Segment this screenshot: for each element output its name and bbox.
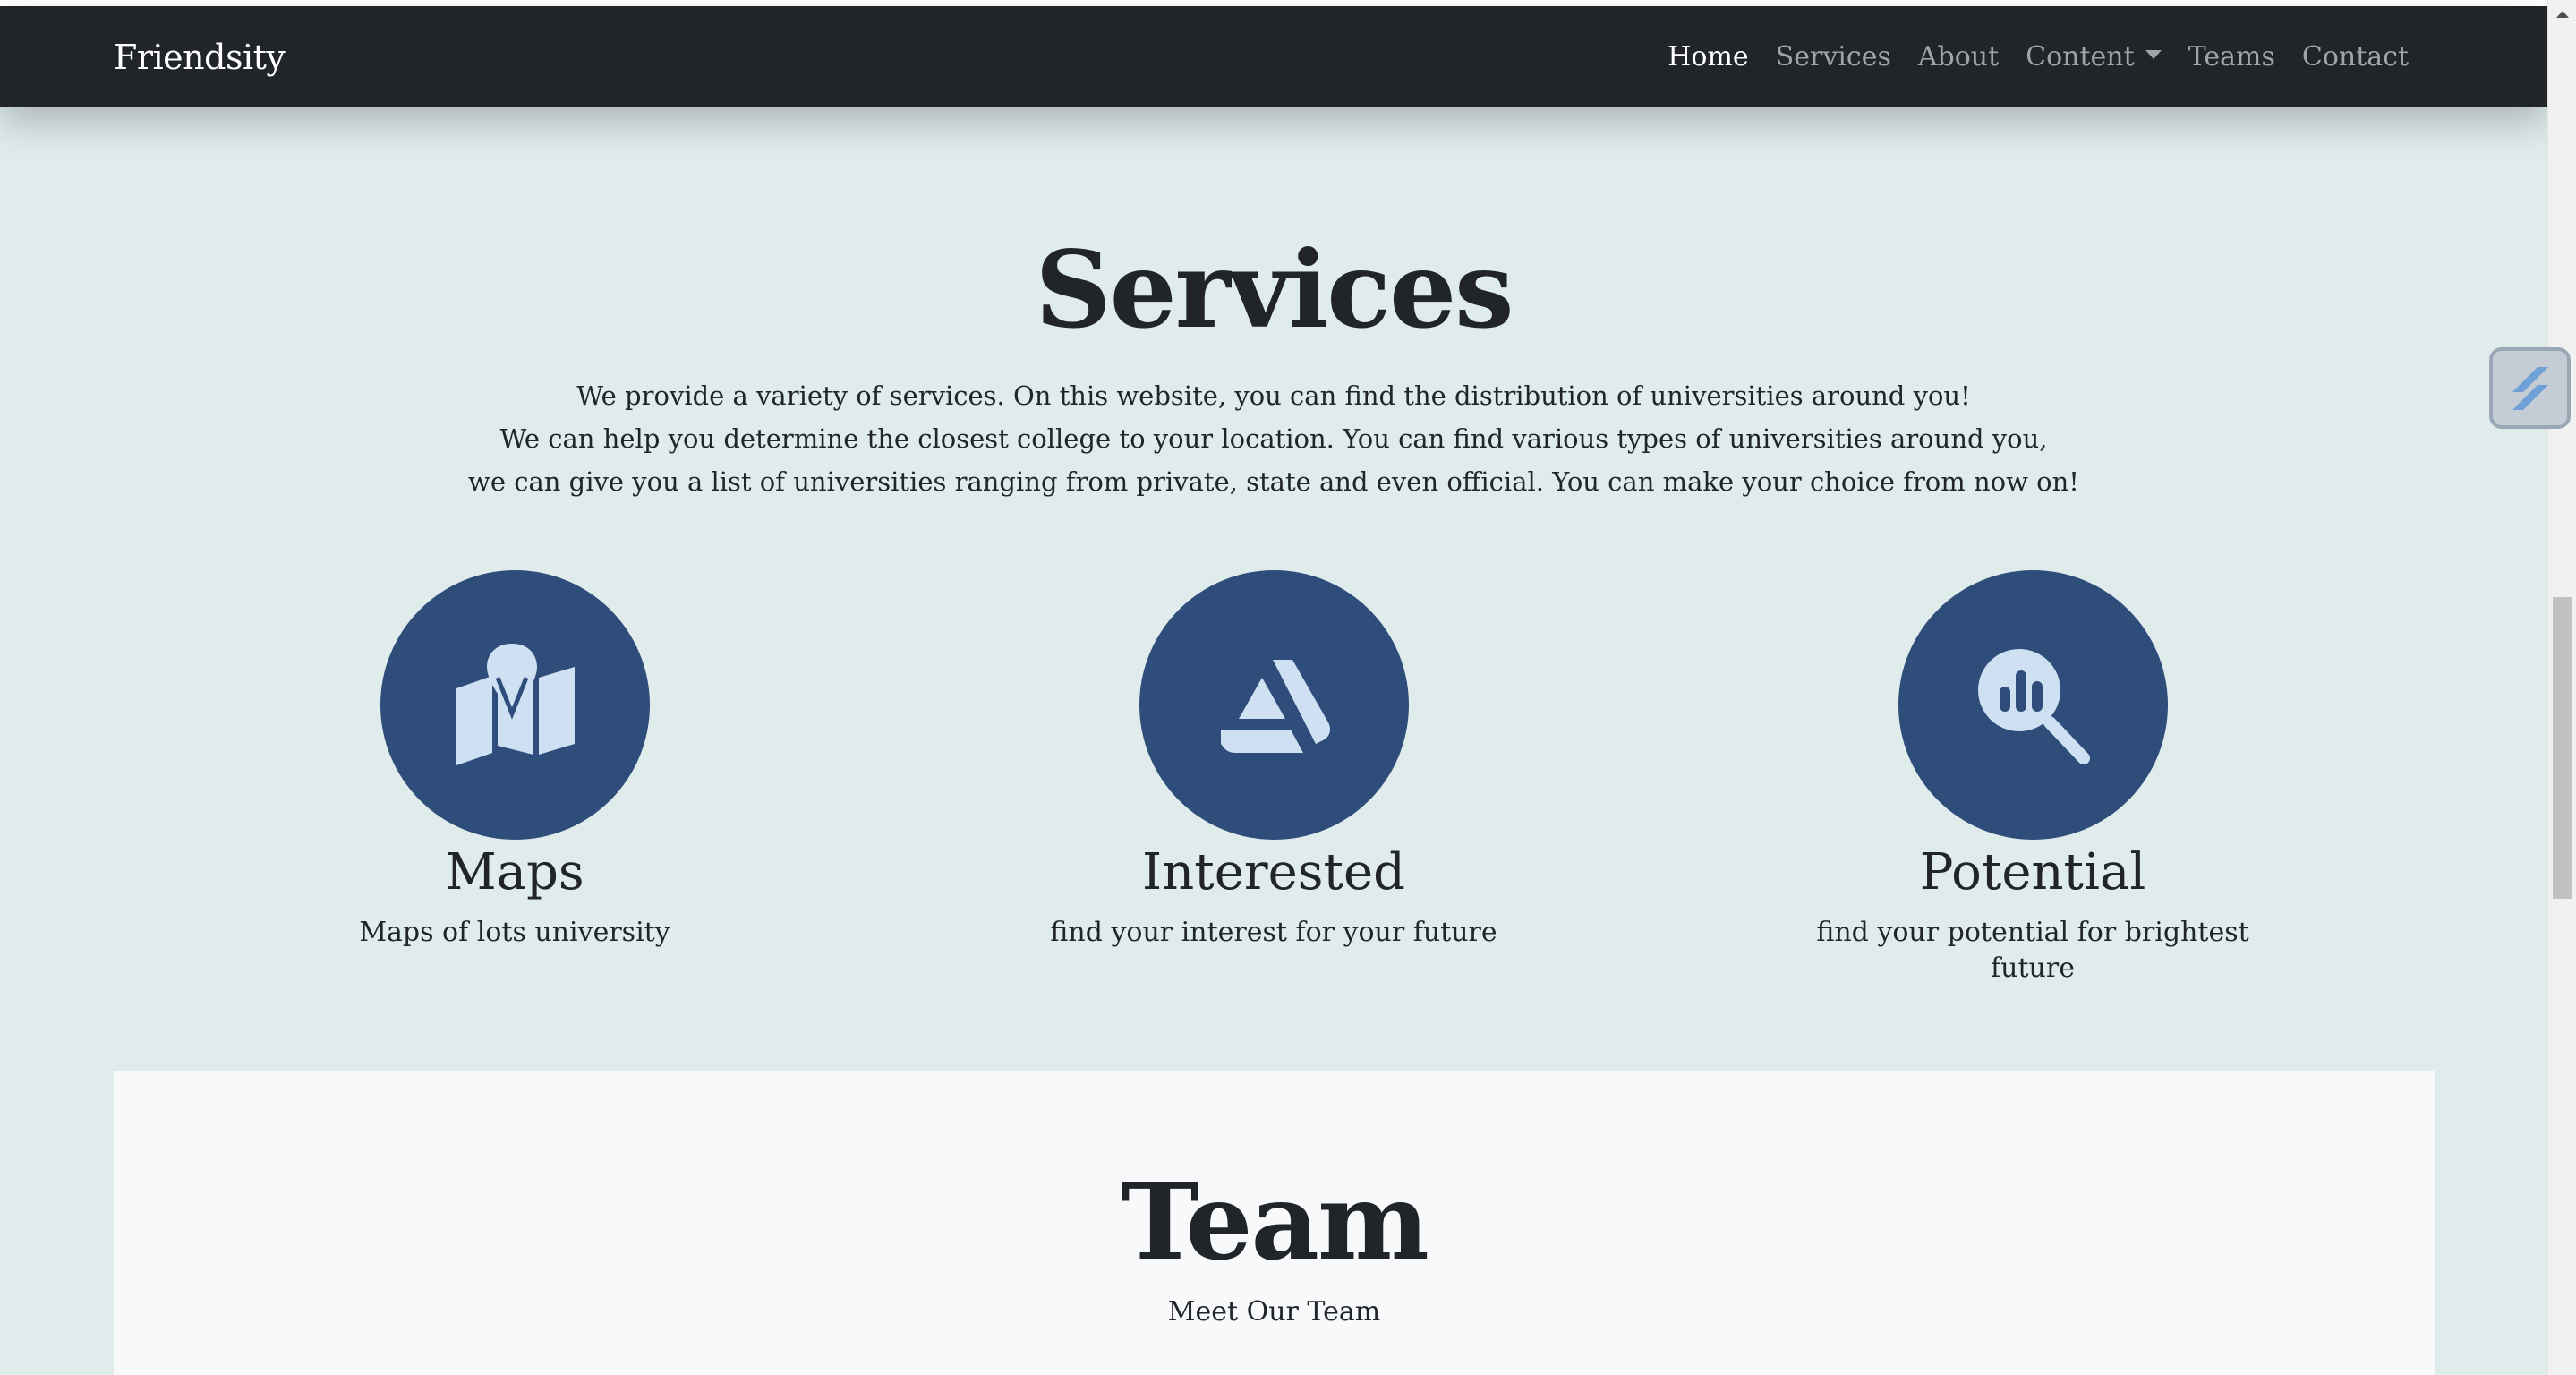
search-chart-icon-circle: [1898, 570, 2168, 840]
top-strip: [0, 0, 2547, 6]
artstation-icon-circle: [1139, 570, 1409, 840]
card-text-interested: find your interest for your future: [1050, 917, 1497, 948]
nav-teams[interactable]: Teams: [2175, 6, 2289, 107]
scrollbar-thumb[interactable]: [2553, 597, 2572, 899]
card-text-potential: find your potential for brightest future: [1816, 917, 2249, 984]
service-card-maps: Maps Maps of lots university: [264, 570, 765, 951]
card-text-maps: Maps of lots university: [359, 917, 670, 948]
nav-about[interactable]: About: [1905, 6, 2012, 107]
nav-content-dropdown[interactable]: Content: [2012, 6, 2175, 107]
page-scrollbar[interactable]: [2547, 0, 2576, 1375]
artstation-icon: [1221, 659, 1330, 753]
card-title-interested: Interested: [1142, 843, 1405, 901]
team-title: Team: [1121, 1159, 1429, 1284]
navbar: Friendsity Home Services About Content T…: [0, 6, 2547, 107]
service-card-potential: Potential find your potential for bright…: [1782, 570, 2283, 986]
page: Friendsity Home Services About Content T…: [0, 0, 2547, 1375]
scroll-up-arrow-icon[interactable]: [2548, 0, 2576, 29]
nav-contact[interactable]: Contact: [2289, 6, 2422, 107]
extension-widget-button[interactable]: [2489, 347, 2571, 429]
map-icon-circle: [380, 570, 650, 840]
services-description: We provide a variety of services. On thi…: [0, 374, 2547, 503]
service-cards: Maps Maps of lots university Interested …: [0, 570, 2547, 984]
nav-home[interactable]: Home: [1654, 6, 1761, 107]
card-title-maps: Maps: [445, 843, 584, 901]
search-chart-icon: [1978, 648, 2090, 764]
team-section: Team Meet Our Team: [114, 1071, 2435, 1375]
extension-logo-icon: [2512, 366, 2548, 410]
services-description-line-2: We can help you determine the closest co…: [499, 423, 2048, 454]
brand-link[interactable]: Friendsity: [114, 6, 286, 107]
card-title-potential: Potential: [1919, 843, 2146, 901]
nav-links: Home Services About Content Teams Contac…: [1654, 6, 2422, 107]
nav-content-label: Content: [2026, 41, 2135, 73]
service-card-interested: Interested find your interest for your f…: [1023, 570, 1524, 951]
nav-services[interactable]: Services: [1762, 6, 1905, 107]
team-subtitle: Meet Our Team: [1167, 1296, 1381, 1328]
services-description-line-1: We provide a variety of services. On thi…: [576, 380, 1971, 411]
services-description-line-3: we can give you a list of universities r…: [468, 466, 2079, 497]
caret-down-icon: [2145, 49, 2162, 59]
map-icon: [456, 643, 575, 765]
services-title: Services: [1035, 227, 1514, 352]
